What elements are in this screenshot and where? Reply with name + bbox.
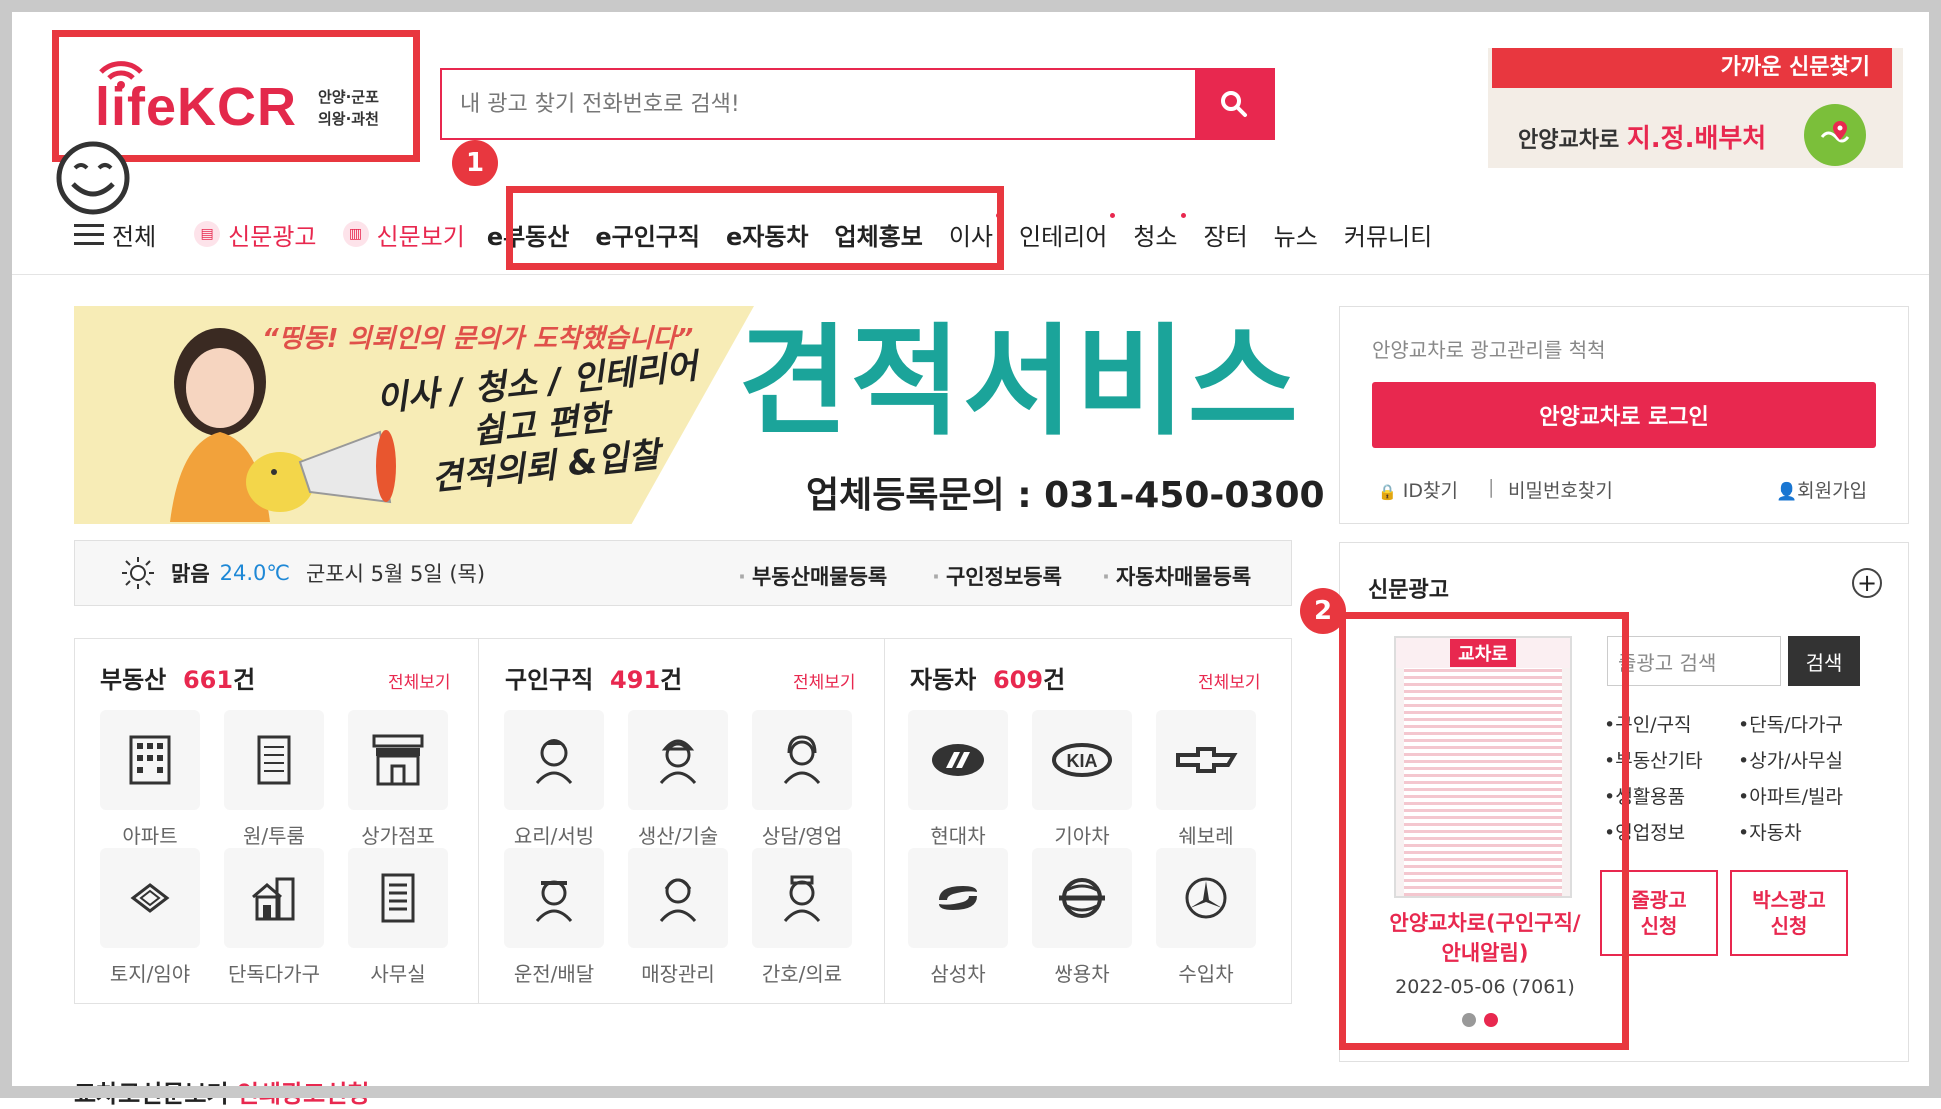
sun-icon	[122, 557, 154, 589]
tile-production[interactable]: 생산/기술	[626, 710, 730, 849]
nav-community[interactable]: 커뮤니티	[1344, 217, 1432, 252]
driver-icon	[504, 848, 604, 948]
login-button[interactable]: 안양교차로 로그인	[1372, 382, 1876, 448]
map-pin-icon[interactable]	[1804, 104, 1866, 166]
tile-oneroom[interactable]: 원/투룸	[222, 710, 326, 849]
jobs-view-all[interactable]: 전체보기	[793, 668, 856, 693]
cars-heading: 자동차 609건	[910, 666, 1066, 694]
ssangyong-logo-icon	[1032, 848, 1132, 948]
menu-icon	[74, 224, 104, 245]
kia-logo-icon: KIA	[1032, 710, 1132, 810]
tile-driving[interactable]: 운전/배달	[502, 848, 606, 987]
tile-apartment[interactable]: 아파트	[98, 710, 202, 849]
tile-house[interactable]: 단독다가구	[222, 848, 326, 987]
ad-category-link[interactable]: •단독/다가구	[1738, 710, 1843, 737]
search-bar	[440, 68, 1275, 140]
house-icon	[224, 848, 324, 948]
category-divider	[478, 638, 479, 1004]
login-message: 안양교차로 광고관리를 척척	[1372, 338, 1606, 362]
line-ad-search-button[interactable]: 검색	[1788, 636, 1860, 686]
tile-store-manager[interactable]: 매장관리	[626, 848, 730, 987]
register-realestate-link[interactable]: 부동산매물등록	[738, 561, 887, 591]
cars-view-all[interactable]: 전체보기	[1198, 668, 1261, 693]
nurse-icon	[752, 848, 852, 948]
chevrolet-logo-icon	[1156, 710, 1256, 810]
weather-temp: 24.0℃	[219, 561, 290, 585]
realestate-view-all[interactable]: 전체보기	[388, 668, 451, 693]
nav-market[interactable]: 장터	[1204, 217, 1248, 252]
tile-cooking[interactable]: 요리/서빙	[502, 710, 606, 849]
nav-all[interactable]: 전체	[74, 217, 156, 252]
chef-icon	[504, 710, 604, 810]
tile-ssangyong[interactable]: 쌍용차	[1030, 848, 1134, 987]
tile-sales[interactable]: 상담/영업	[750, 710, 854, 849]
find-password-link[interactable]: 비밀번호찾기	[1508, 476, 1613, 503]
box-ad-request-button[interactable]: 박스광고 신청	[1730, 870, 1848, 956]
search-icon	[1221, 91, 1247, 117]
annotation-box-newspaper	[1339, 612, 1629, 1050]
annotation-box-nav	[506, 186, 1004, 270]
mercedes-logo-icon	[1156, 848, 1256, 948]
tile-kia[interactable]: KIA 기아차	[1030, 710, 1134, 849]
annotation-badge-1: 1	[452, 140, 498, 186]
realestate-heading: 부동산 661건	[100, 666, 256, 694]
line-ad-search-input[interactable]: 줄광고 검색	[1607, 636, 1781, 686]
ad-title: 견적서비스	[738, 313, 1300, 452]
tile-import[interactable]: 수입차	[1154, 848, 1258, 987]
register-job-link[interactable]: 구인정보등록	[932, 561, 1062, 591]
weather-date: 군포시 5월 5일 (목)	[305, 562, 486, 586]
header-divider	[12, 274, 1929, 275]
link-separator: |	[1488, 476, 1495, 498]
nav-cleaning[interactable]: 청소	[1133, 212, 1186, 252]
clerk-icon	[628, 848, 728, 948]
search-input[interactable]	[442, 70, 1195, 138]
annotation-badge-2: 2	[1300, 588, 1346, 634]
tile-office[interactable]: 사무실	[346, 848, 450, 987]
tile-hyundai[interactable]: 현대차	[906, 710, 1010, 849]
hyundai-logo-icon	[908, 710, 1008, 810]
tile-land[interactable]: 토지/임야	[98, 848, 202, 987]
find-id-link[interactable]: 🔒 ID찾기	[1378, 476, 1458, 503]
search-button[interactable]	[1195, 70, 1273, 138]
tile-store[interactable]: 상가점포	[346, 710, 450, 849]
user-icon: 👤	[1776, 482, 1798, 502]
samsung-logo-icon	[908, 848, 1008, 948]
headset-icon	[752, 710, 852, 810]
worker-icon	[628, 710, 728, 810]
ad-category-link[interactable]: •상가/사무실	[1738, 746, 1843, 773]
jobs-heading: 구인구직 491건	[505, 666, 683, 694]
tile-samsung[interactable]: 삼성차	[906, 848, 1010, 987]
tile-nursing[interactable]: 간호/의료	[750, 848, 854, 987]
nav-newspaper-ad[interactable]: ▤ 신문광고	[194, 217, 317, 252]
apartment-icon	[100, 710, 200, 810]
nav-interior[interactable]: 인테리어	[1019, 212, 1116, 252]
category-divider	[884, 638, 885, 1004]
ad-slogan: “띵동! 의뢰인의 문의가 도착했습니다”	[262, 324, 694, 354]
register-car-link[interactable]: 자동차매물등록	[1102, 561, 1251, 591]
bottom-section-peek: 교차로신문보기 인쇄광고신청	[74, 1080, 370, 1108]
plus-icon[interactable]: +	[1852, 568, 1882, 598]
nav-news[interactable]: 뉴스	[1274, 217, 1318, 252]
building-icon	[224, 710, 324, 810]
weather-condition: 맑음	[171, 562, 210, 586]
svg-text:KIA: KIA	[1067, 751, 1098, 771]
lock-icon: 🔒	[1378, 483, 1397, 501]
ad-category-link[interactable]: •자동차	[1738, 818, 1802, 845]
ad-phone: 업체등록문의 : 031-450-0300	[806, 475, 1325, 516]
nearby-title: 가까운 신문찾기	[1492, 48, 1892, 88]
newspaper-ad-title: 신문광고	[1368, 578, 1449, 603]
newspaper-icon: ▤	[194, 221, 221, 247]
signup-link[interactable]: 👤회원가입	[1776, 476, 1867, 503]
ad-category-link[interactable]: •아파트/빌라	[1738, 782, 1843, 809]
land-icon	[100, 848, 200, 948]
smiley-icon	[53, 140, 133, 220]
market-icon	[348, 710, 448, 810]
office-icon	[348, 848, 448, 948]
book-icon: ▥	[342, 221, 369, 247]
nearby-text: 안양교차로 지.정.배부처	[1518, 124, 1767, 154]
nav-newspaper-view[interactable]: ▥ 신문보기	[342, 217, 465, 252]
tile-chevrolet[interactable]: 쉐보레	[1154, 710, 1258, 849]
